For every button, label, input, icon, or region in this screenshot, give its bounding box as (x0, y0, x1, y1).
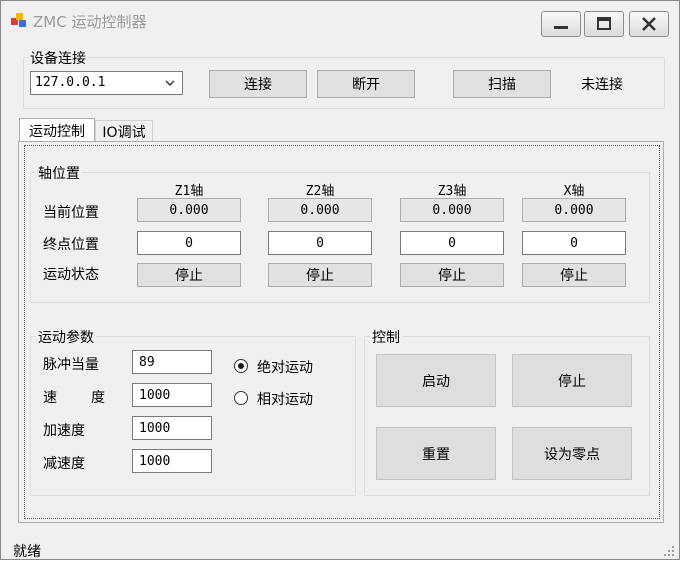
axis-z1-target-input[interactable]: 0 (137, 231, 241, 255)
axis-z1-header: Z1轴 (174, 184, 204, 199)
acceleration-input[interactable]: 1000 (132, 416, 212, 440)
axis-z2-target-input[interactable]: 0 (268, 231, 372, 255)
axis-x-header: X轴 (563, 184, 585, 199)
pulse-equivalent-label: 脉冲当量 (43, 357, 99, 373)
motion-state-label: 运动状态 (43, 267, 99, 283)
axis-x-current-position: 0.000 (522, 198, 626, 222)
axis-z1-current-position: 0.000 (137, 198, 241, 222)
axis-z2-header: Z2轴 (305, 184, 335, 199)
speed-input[interactable]: 1000 (132, 383, 212, 407)
close-icon (642, 17, 656, 31)
speed-label-end: 度 (91, 390, 105, 406)
scan-button[interactable]: 扫描 (453, 70, 551, 98)
connect-button[interactable]: 连接 (209, 70, 307, 98)
axis-x-state: 停止 (522, 263, 626, 287)
tab-io-debug[interactable]: IO调试 (95, 120, 153, 142)
tab-motion-control[interactable]: 运动控制 (19, 118, 95, 142)
axis-position-label: 轴位置 (36, 163, 82, 183)
deceleration-input[interactable]: 1000 (132, 449, 212, 473)
relative-motion-radio[interactable] (234, 391, 248, 405)
reset-button[interactable]: 重置 (376, 427, 496, 480)
disconnect-button[interactable]: 断开 (317, 70, 415, 98)
motion-params-label: 运动参数 (36, 327, 96, 347)
close-button[interactable] (629, 11, 669, 37)
resize-grip-icon[interactable] (663, 545, 675, 557)
acceleration-label: 加速度 (43, 423, 85, 439)
maximize-button[interactable] (584, 11, 624, 37)
device-connection-label: 设备连接 (28, 48, 88, 68)
stop-button[interactable]: 停止 (512, 354, 632, 407)
axis-z1-state: 停止 (137, 263, 241, 287)
ip-address-select[interactable]: 127.0.0.1 (30, 71, 183, 95)
speed-label-start: 速 (43, 390, 57, 406)
radio-selected-dot (238, 363, 244, 369)
chevron-down-icon (165, 80, 175, 86)
axis-z3-state: 停止 (400, 263, 504, 287)
main-window: ZMC 运动控制器 设备连接 127.0.0.1 连接 断开 扫描 未连接 运动… (0, 0, 680, 560)
minimize-icon (554, 26, 568, 29)
axis-z2-state: 停止 (268, 263, 372, 287)
start-button[interactable]: 启动 (376, 354, 496, 407)
axis-z3-target-input[interactable]: 0 (400, 231, 504, 255)
axis-z3-current-position: 0.000 (400, 198, 504, 222)
window-title: ZMC 运动控制器 (33, 13, 147, 31)
target-position-label: 终点位置 (43, 237, 99, 253)
control-label: 控制 (370, 327, 402, 347)
pulse-equivalent-input[interactable]: 89 (132, 350, 212, 374)
set-zero-button[interactable]: 设为零点 (512, 427, 632, 480)
axis-x-target-input[interactable]: 0 (522, 231, 626, 255)
axis-z3-header: Z3轴 (437, 184, 467, 199)
minimize-button[interactable] (541, 11, 581, 37)
app-icon (11, 12, 27, 28)
maximize-icon (597, 17, 611, 30)
connection-status-text: 未连接 (581, 77, 623, 93)
deceleration-label: 减速度 (43, 456, 85, 472)
current-position-label: 当前位置 (43, 205, 99, 221)
title-bar: ZMC 运动控制器 (1, 1, 679, 39)
axis-z2-current-position: 0.000 (268, 198, 372, 222)
status-bar: 就绪 (1, 539, 679, 560)
ip-address-value: 127.0.0.1 (35, 75, 106, 90)
absolute-motion-radio[interactable] (234, 359, 248, 373)
absolute-motion-label: 绝对运动 (257, 360, 313, 376)
status-text: 就绪 (13, 544, 41, 560)
relative-motion-label: 相对运动 (257, 392, 313, 408)
